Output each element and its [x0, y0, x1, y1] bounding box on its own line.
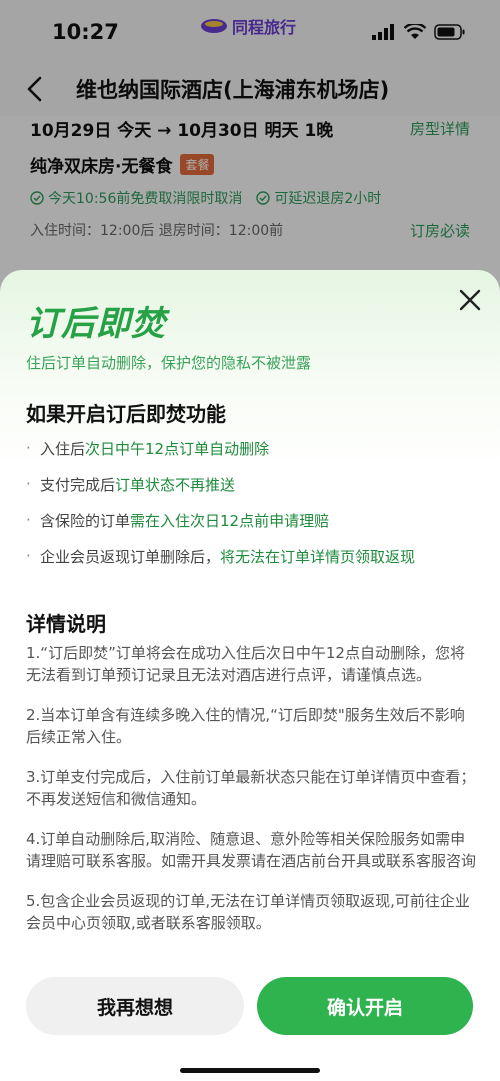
feature-plain: 含保险的订单 [40, 511, 131, 530]
list-item: · 支付完成后 订单状态不再推送 [26, 466, 476, 502]
think-again-button[interactable]: 我再想想 [26, 977, 244, 1035]
bullet-icon: · [26, 511, 31, 529]
details-heading: 详情说明 [26, 612, 106, 636]
feature-list: · 入住后 次日中午12点订单自动删除 · 支付完成后 订单状态不再推送 · 含… [26, 430, 476, 574]
bullet-icon: · [26, 475, 31, 493]
feature-highlight: 将无法在订单详情页领取返现 [220, 547, 416, 566]
feature-plain: 支付完成后 [40, 475, 116, 494]
detail-item: 1.“订后即焚”订单将会在成功入住后次日中午12点自动删除，您将无法看到订单预订… [26, 644, 465, 684]
bullet-icon: · [26, 547, 31, 565]
feature-plain: 企业会员返现订单删除后， [40, 547, 221, 566]
list-item: · 入住后 次日中午12点订单自动删除 [26, 430, 476, 466]
detail-item: 2.当本订单含有连续多晚入住的情况,“订后即焚"服务生效后不影响后续正常入住。 [26, 706, 465, 746]
detail-item: 4.订单自动删除后,取消险、随意退、意外险等相关保险服务如需申请理赔可联系客服。… [26, 830, 477, 870]
bullet-icon: · [26, 439, 31, 457]
detail-item: 3.订单支付完成后，入住前订单最新状态只能在订单详情页中查看；不再发送短信和微信… [26, 768, 476, 808]
close-icon [459, 289, 481, 311]
feature-highlight: 次日中午12点订单自动删除 [85, 439, 270, 458]
detail-item: 5.包含企业会员返现的订单,无法在订单详情页领取返现,可前往企业会员中心页领取,… [26, 892, 470, 932]
detail-list: 1.“订后即焚”订单将会在成功入住后次日中午12点自动删除，您将无法看到订单预订… [26, 642, 476, 952]
list-item: · 含保险的订单 需在入住次日12点前申请理赔 [26, 502, 476, 538]
burn-after-booking-sheet: 订后即焚 住后订单自动删除，保护您的隐私不被泄露 如果开启订后即焚功能 · 入住… [0, 270, 500, 1081]
feature-highlight: 订单状态不再推送 [115, 475, 236, 494]
list-item: · 企业会员返现订单删除后， 将无法在订单详情页领取返现 [26, 538, 476, 574]
sheet-subtitle: 住后订单自动删除，保护您的隐私不被泄露 [26, 354, 312, 372]
home-indicator [180, 1068, 320, 1073]
sheet-footer: 我再想想 确认开启 [0, 951, 500, 1081]
confirm-enable-button[interactable]: 确认开启 [257, 977, 473, 1035]
feature-highlight: 需在入住次日12点前申请理赔 [130, 511, 330, 530]
features-heading: 如果开启订后即焚功能 [26, 402, 226, 426]
feature-plain: 入住后 [40, 439, 86, 458]
sheet-title: 订后即焚 [26, 304, 166, 344]
close-button[interactable] [456, 286, 484, 314]
